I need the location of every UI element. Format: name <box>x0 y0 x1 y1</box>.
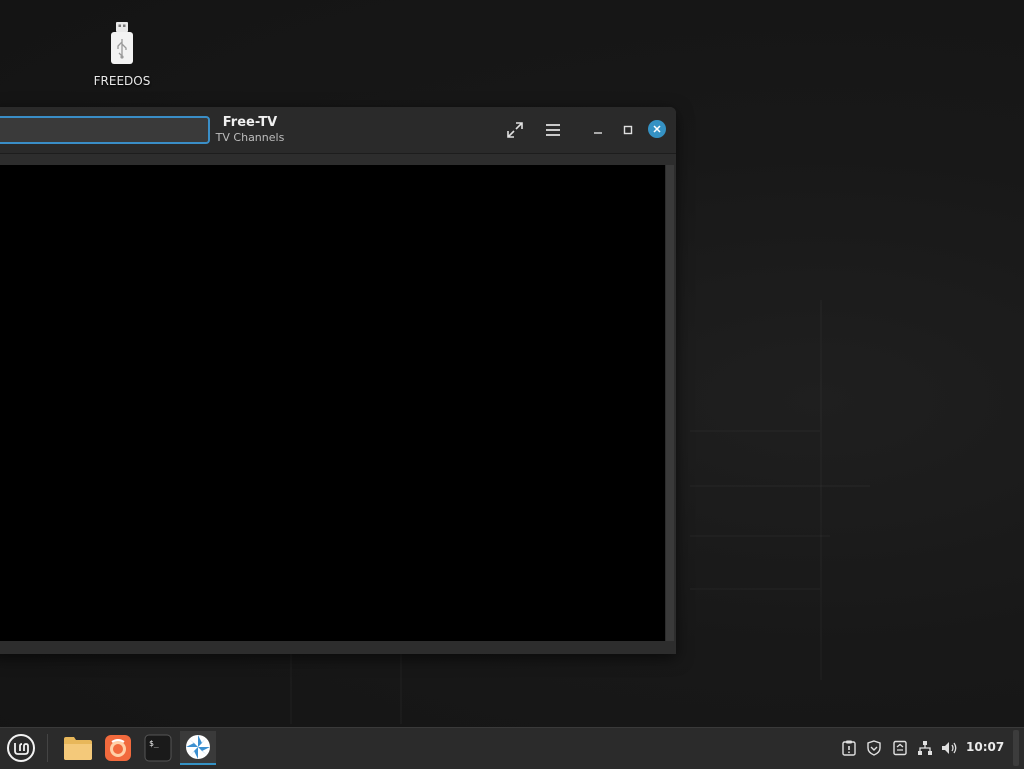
network-icon <box>918 741 932 755</box>
start-menu-button[interactable] <box>3 731 39 765</box>
taskbar-terminal[interactable]: $_ <box>140 731 176 765</box>
tray-update-manager[interactable] <box>840 739 858 757</box>
terminal-icon: $_ <box>144 734 172 762</box>
free-tv-window: Free-TV TV Channels <box>0 107 676 654</box>
desktop-icon-freedos[interactable]: FREEDOS <box>86 20 158 88</box>
maximize-icon <box>623 125 633 135</box>
maximize-button[interactable] <box>615 117 641 143</box>
tray-network[interactable] <box>916 739 934 757</box>
note-icon <box>893 740 907 756</box>
taskbar-firefox[interactable] <box>100 731 136 765</box>
fullscreen-button[interactable] <box>502 117 528 143</box>
close-button[interactable] <box>648 120 666 138</box>
tray-sticky-notes[interactable] <box>891 739 909 757</box>
minimize-button[interactable] <box>585 117 611 143</box>
taskbar-files[interactable] <box>60 731 96 765</box>
window-title-area: Free-TV TV Channels <box>190 115 310 145</box>
window-subtitle: TV Channels <box>215 131 285 144</box>
firefox-icon <box>105 735 131 761</box>
folder-icon <box>64 737 92 760</box>
taskbar-free-tv[interactable] <box>180 731 216 765</box>
fullscreen-icon <box>507 122 523 138</box>
menu-button[interactable] <box>540 117 566 143</box>
search-input[interactable] <box>0 116 210 144</box>
clipboard-alert-icon <box>842 740 856 756</box>
free-tv-icon <box>186 735 210 759</box>
linux-mint-icon <box>7 734 35 762</box>
close-icon <box>653 125 661 133</box>
tray-volume[interactable] <box>941 739 959 757</box>
taskbar-separator <box>47 734 48 762</box>
taskbar: $_ 10:07 <box>0 727 1024 769</box>
window-title: Free-TV <box>222 115 278 130</box>
svg-text:$_: $_ <box>149 739 159 748</box>
show-desktop-button[interactable] <box>1013 730 1019 766</box>
minimize-icon <box>594 132 602 134</box>
clock[interactable]: 10:07 <box>966 740 1004 754</box>
volume-icon <box>942 742 957 754</box>
usb-drive-icon <box>108 20 136 66</box>
video-area[interactable] <box>0 165 665 641</box>
scrollbar[interactable] <box>666 165 674 641</box>
header-bar: Free-TV TV Channels <box>0 107 676 154</box>
shield-icon <box>867 740 881 756</box>
hamburger-icon <box>546 124 560 136</box>
tray-shield[interactable] <box>865 739 883 757</box>
desktop-icon-label: FREEDOS <box>93 74 151 88</box>
